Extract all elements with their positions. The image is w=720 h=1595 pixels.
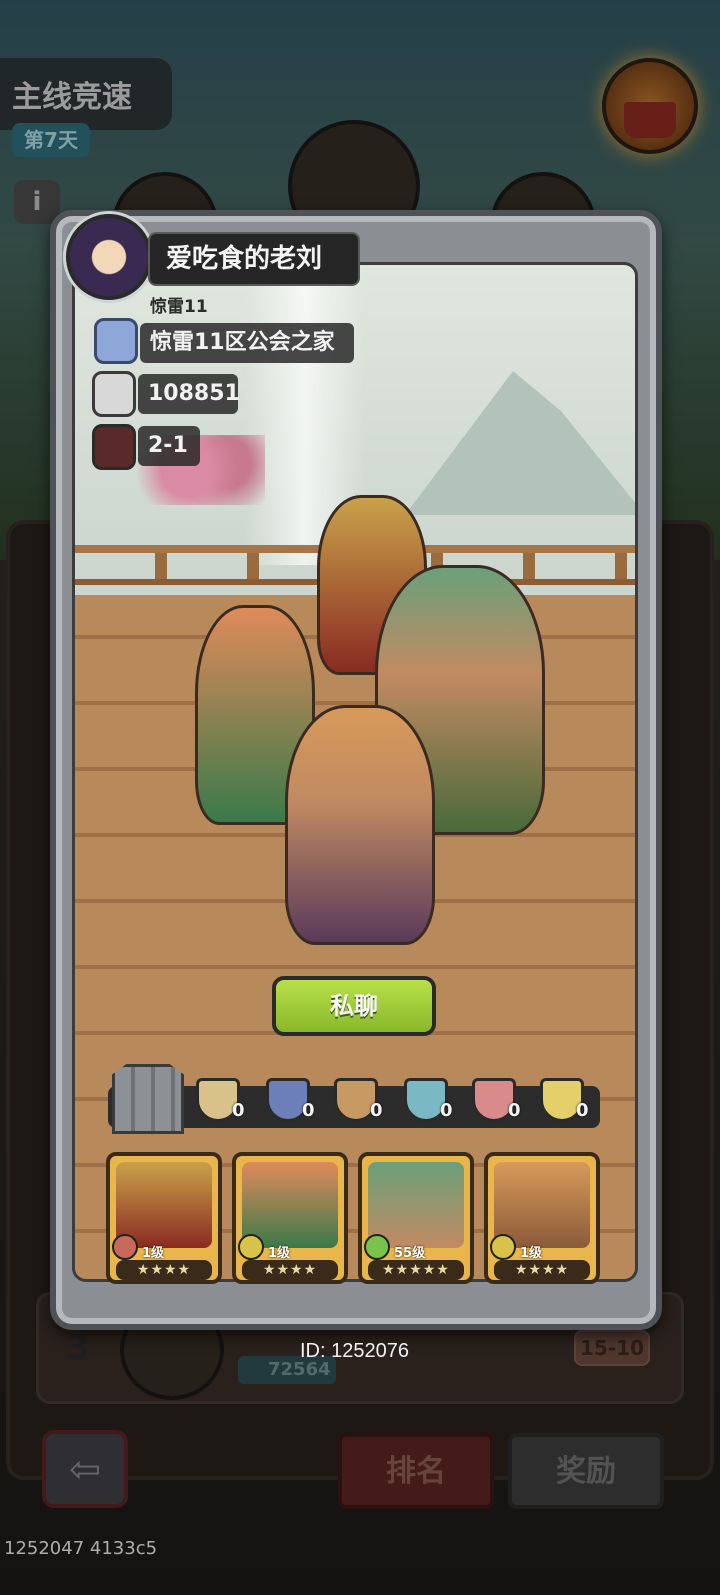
hero-card-stone-fist[interactable]: 1级 ★★★★	[484, 1152, 600, 1284]
faction-item: 0	[540, 1078, 590, 1130]
guild-shield-icon	[94, 318, 138, 364]
hero-level: 1级	[142, 1246, 165, 1261]
player-server: 惊雷11	[150, 297, 208, 317]
faction-item: 0	[472, 1078, 522, 1130]
hero-card-tribal-warrior[interactable]: 55级 ★★★★★	[358, 1152, 474, 1284]
hero-level: 1级	[520, 1246, 543, 1261]
hero-stars: ★★★★	[242, 1260, 338, 1280]
faction-count: 0	[576, 1100, 589, 1121]
mountain	[405, 371, 635, 515]
faction-count: 0	[232, 1100, 245, 1121]
hero-level: 1级	[268, 1246, 291, 1261]
fire-element-icon	[112, 1234, 138, 1260]
player-guild: 惊雷11区公会之家	[140, 323, 354, 363]
stone-fist-hero-figure	[285, 705, 435, 945]
hero-card-archer-girl[interactable]: 1级 ★★★★	[232, 1152, 348, 1284]
hero-stars: ★★★★	[116, 1260, 212, 1280]
light-element-icon	[238, 1234, 264, 1260]
faction-item: 0	[334, 1078, 384, 1130]
power-emblem-icon	[92, 371, 136, 417]
player-avatar	[66, 214, 152, 300]
dragon-stage-icon	[92, 424, 136, 470]
player-stage: 2-1	[138, 426, 200, 466]
faction-item: 0	[196, 1078, 246, 1130]
faction-count: 0	[370, 1100, 383, 1121]
nature-element-icon	[364, 1234, 390, 1260]
faction-item: 0	[404, 1078, 454, 1130]
faction-count: 0	[302, 1100, 315, 1121]
faction-count: 0	[440, 1100, 453, 1121]
faction-item: 0	[266, 1078, 316, 1130]
faction-count: 0	[508, 1100, 521, 1121]
private-chat-button[interactable]: 私聊	[272, 976, 436, 1036]
light-element-icon	[490, 1234, 516, 1260]
hero-level: 55级	[394, 1246, 426, 1261]
hero-stars: ★★★★★	[368, 1260, 464, 1280]
hero-stars: ★★★★	[494, 1260, 590, 1280]
hero-card-spartan[interactable]: 1级 ★★★★	[106, 1152, 222, 1284]
player-id: ID: 1252076	[300, 1340, 409, 1362]
tower-icon	[112, 1064, 184, 1134]
player-name: 爱吃食的老刘	[148, 232, 360, 286]
player-power: 108851	[138, 374, 240, 414]
